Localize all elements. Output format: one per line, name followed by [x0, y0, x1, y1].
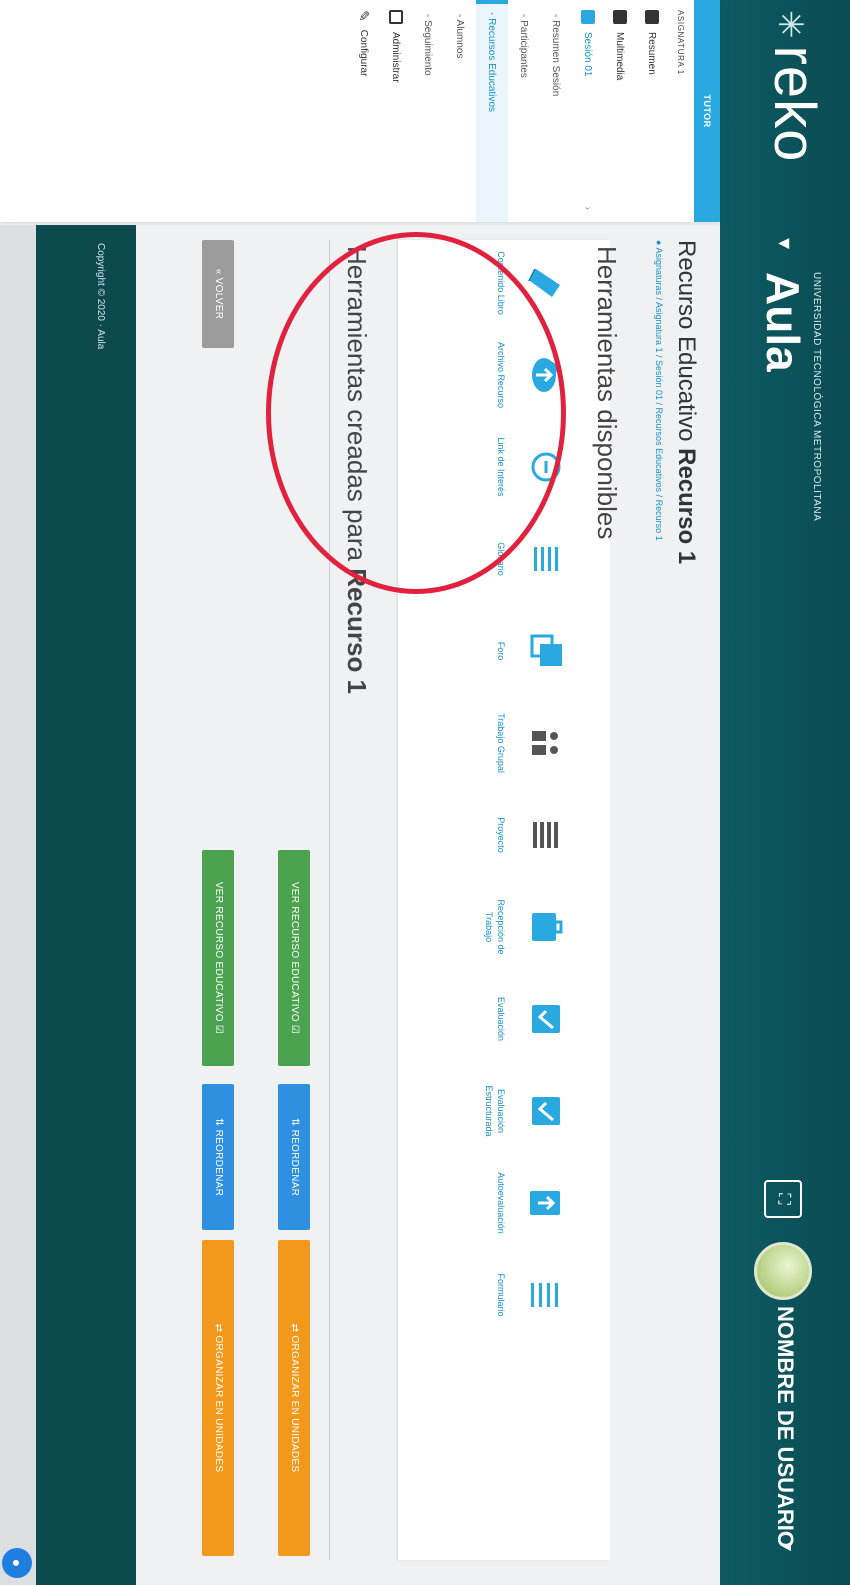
app-name: Aula [757, 272, 809, 372]
sidebar-item-seguimiento[interactable]: - Seguimiento [412, 0, 444, 222]
reorder-button[interactable]: ⇅ REORDENAR [278, 1084, 310, 1230]
sidebar: TUTOR ASIGNATURA 1 Resumen Multimedia Se… [0, 0, 720, 222]
chevron-down-icon[interactable]: ▾ [772, 238, 798, 249]
organize-units-button[interactable]: ⇄ ORGANIZAR EN UNIDADES [278, 1240, 310, 1556]
session-icon [581, 10, 595, 24]
available-tools-title: Herramientas disponibles [592, 246, 622, 540]
forum-icon [530, 634, 562, 666]
sidebar-item-resumen[interactable]: Resumen [636, 0, 668, 222]
logo[interactable]: ✳ reko [761, 10, 828, 162]
wrench-icon: ✎ [356, 10, 373, 22]
tool-trabajo-grupal[interactable]: Trabajo Grupal [495, 705, 566, 781]
tool-recepcion-trabajo[interactable]: Recepción de Trabajo [483, 889, 566, 965]
sidebar-item-recursos[interactable]: - Recursos Educativos [476, 0, 508, 222]
sidebar-item-sesion[interactable]: Sesión 01 › [572, 0, 604, 222]
role-tab-tutor[interactable]: TUTOR [694, 0, 720, 222]
help-fab-icon[interactable]: ● [2, 1548, 32, 1578]
user-menu-chevron-icon[interactable]: ▼ [780, 1540, 796, 1554]
clipboard-up-icon [530, 1191, 560, 1215]
logo-mark-icon: ✳ [771, 10, 810, 40]
tool-autoevaluacion[interactable]: Autoevaluación [495, 1165, 566, 1241]
media-icon [613, 10, 627, 24]
group-icon [532, 731, 558, 755]
chevron-icon: › [582, 206, 594, 210]
list-icon [534, 547, 558, 571]
tool-evaluacion-estructurada[interactable]: Evaluación Estructurada [483, 1073, 566, 1149]
check-box-icon [532, 1097, 560, 1125]
breadcrumb[interactable]: ● Asignaturas / Asignatura 1 / Sesión 01… [654, 240, 664, 541]
view-resource-button[interactable]: VER RECURSO EDUCATIVO ☑ [278, 850, 310, 1066]
back-button[interactable]: « VOLVER [202, 240, 234, 348]
organize-units-button-2[interactable]: ⇄ ORGANIZAR EN UNIDADES [202, 1240, 234, 1556]
app-screen: ✳ reko ▾ UNIVERSIDAD TECNOLÓGICA METROPOL… [0, 0, 850, 1585]
top-header: ✳ reko ▾ UNIVERSIDAD TECNOLÓGICA METROPOL… [720, 0, 850, 1585]
logo-text: reko [762, 45, 827, 163]
grid-icon [645, 10, 659, 24]
footer: Copyright © 2020 · Aula [36, 225, 136, 1585]
grid-icon [533, 822, 558, 848]
tool-foro[interactable]: Foro [495, 613, 566, 689]
sidebar-item-configurar[interactable]: ✎ Configurar [348, 0, 380, 222]
fullscreen-icon[interactable]: ⛶ [764, 1180, 802, 1218]
sidebar-item-resumen-sesion[interactable]: - Resumen Sesión [540, 0, 572, 222]
admin-icon [389, 10, 403, 24]
username[interactable]: NOMBRE DE USUARIO [772, 1306, 798, 1548]
subject-heading: ASIGNATURA 1 [676, 10, 686, 75]
view-resource-button-2[interactable]: VER RECURSO EDUCATIVO ☑ [202, 850, 234, 1066]
form-list-icon [531, 1283, 558, 1307]
tool-proyecto[interactable]: Proyecto [495, 797, 566, 873]
book-icon [528, 269, 560, 297]
check-clipboard-icon [532, 1005, 560, 1033]
sidebar-item-multimedia[interactable]: Multimedia [604, 0, 636, 222]
sidebar-item-administrar[interactable]: Administrar [380, 0, 412, 222]
sidebar-item-participantes[interactable]: - Participantes [508, 0, 540, 222]
sidebar-item-alumnos[interactable]: - Alumnos [444, 0, 476, 222]
reorder-button-2[interactable]: ⇅ REORDENAR [202, 1084, 234, 1230]
tool-formulario[interactable]: Formulario [495, 1257, 566, 1333]
briefcase-icon [532, 913, 563, 941]
university-name: UNIVERSIDAD TECNOLÓGICA METROPOLITANA [811, 272, 822, 522]
page-title: Recurso Educativo Recurso 1 [673, 240, 700, 565]
bottom-strip [0, 225, 36, 1585]
avatar[interactable] [754, 1242, 812, 1300]
tool-evaluacion[interactable]: Evaluación [495, 981, 566, 1057]
annotation-circle [266, 232, 566, 594]
copyright: Copyright © 2020 · Aula [95, 243, 106, 350]
